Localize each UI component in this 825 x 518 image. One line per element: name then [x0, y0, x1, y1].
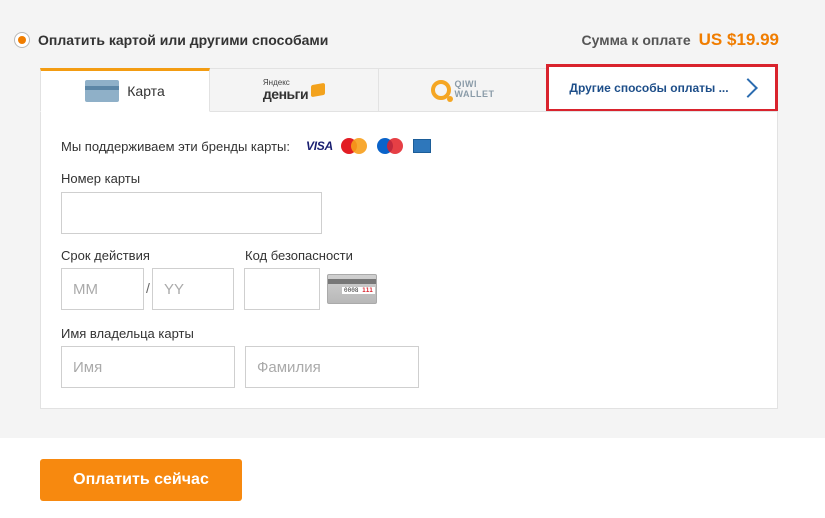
supported-brands: Мы поддерживаем эти бренды карты: VISA — [61, 138, 431, 154]
expiry-year-input[interactable] — [152, 268, 234, 310]
mastercard-logo — [340, 138, 367, 154]
payment-method-header: Оплатить картой или другими способами Су… — [14, 28, 779, 52]
first-name-input[interactable] — [61, 346, 235, 388]
pay-now-button[interactable]: Оплатить сейчас — [40, 459, 242, 501]
total-label: Сумма к оплате — [581, 32, 691, 48]
tab-qiwi-wallet[interactable]: QIWI WALLET — [378, 68, 547, 112]
tab-card[interactable]: Карта — [40, 68, 210, 112]
payment-method-radio[interactable] — [14, 32, 30, 48]
expiry-month-input[interactable] — [61, 268, 144, 310]
other-methods-label: Другие способы оплаты ... — [569, 81, 729, 95]
yandex-money-logo: Яндекс деньги — [262, 79, 326, 102]
tab-card-label: Карта — [127, 83, 165, 99]
brands-label: Мы поддерживаем эти бренды карты: — [61, 138, 290, 154]
chevron-right-icon — [737, 78, 758, 98]
security-code-label: Код безопасности — [245, 248, 353, 263]
total-amount: US $19.99 — [698, 30, 779, 49]
tab-other-payment-methods[interactable]: Другие способы оплаты ... — [546, 64, 778, 112]
wallet-icon — [311, 82, 326, 98]
yandex-logo-big-text: деньги — [262, 86, 309, 102]
expiry-label: Срок действия — [61, 248, 150, 263]
card-number-input[interactable] — [61, 192, 322, 234]
cardholder-label: Имя владельца карты — [61, 326, 194, 341]
qiwi-wallet-logo: QIWI WALLET — [430, 79, 495, 102]
payment-panel: Оплатить картой или другими способами Су… — [0, 0, 825, 438]
security-code-input[interactable] — [244, 268, 320, 310]
order-total: Сумма к оплате US $19.99 — [582, 30, 780, 50]
last-name-input[interactable] — [245, 346, 419, 388]
payment-method-title: Оплатить картой или другими способами — [38, 32, 329, 48]
card-icon — [85, 80, 120, 102]
qiwi-logo-line2: WALLET — [454, 89, 495, 99]
amex-logo — [412, 139, 431, 153]
cvv-card-icon: 0008 111 — [327, 274, 377, 304]
maestro-logo — [376, 138, 403, 154]
expiry-separator: / — [146, 280, 150, 296]
visa-logo: VISA — [306, 139, 333, 153]
card-number-label: Номер карты — [61, 171, 141, 186]
payment-tabs: Карта Яндекс деньги QIWI WALLET Другие с… — [40, 64, 778, 112]
qiwi-ring-icon — [430, 80, 453, 102]
card-form: Мы поддерживаем эти бренды карты: VISA Н… — [40, 111, 778, 409]
tab-yandex-money[interactable]: Яндекс деньги — [209, 68, 379, 112]
